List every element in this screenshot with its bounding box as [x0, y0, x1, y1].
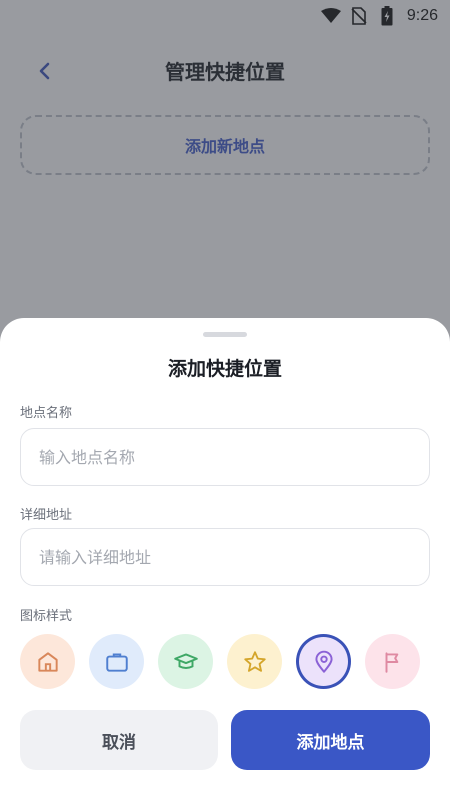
icon-option-graduation-cap[interactable] [158, 634, 213, 689]
location-name-input[interactable] [20, 428, 430, 486]
sheet-title: 添加快捷位置 [167, 358, 282, 380]
home-icon [37, 651, 58, 672]
icon-option-star[interactable] [227, 634, 282, 689]
name-field-label: 地点名称 [20, 406, 73, 421]
icon-option-home[interactable] [20, 634, 75, 689]
cancel-button[interactable]: 取消 [20, 710, 218, 770]
add-location-sheet: 添加快捷位置 地点名称 详细地址 图标样式 取消 添加地点 [0, 318, 450, 800]
icon-option-briefcase[interactable] [89, 634, 144, 689]
star-icon [243, 650, 266, 672]
briefcase-icon [105, 652, 128, 672]
cancel-button-label: 取消 [102, 732, 136, 753]
add-location-button[interactable]: 添加地点 [231, 710, 430, 770]
drag-handle[interactable] [203, 332, 247, 337]
address-field-label: 详细地址 [20, 508, 73, 523]
graduation-cap-icon [173, 652, 198, 669]
icon-style-label: 图标样式 [20, 609, 73, 624]
map-pin-icon [314, 650, 333, 673]
icon-style-options [20, 634, 430, 690]
icon-option-map-pin[interactable] [296, 634, 351, 689]
flag-icon [385, 651, 398, 673]
icon-option-flag[interactable] [365, 634, 420, 689]
add-location-button-label: 添加地点 [296, 732, 365, 753]
address-input[interactable] [20, 528, 430, 586]
